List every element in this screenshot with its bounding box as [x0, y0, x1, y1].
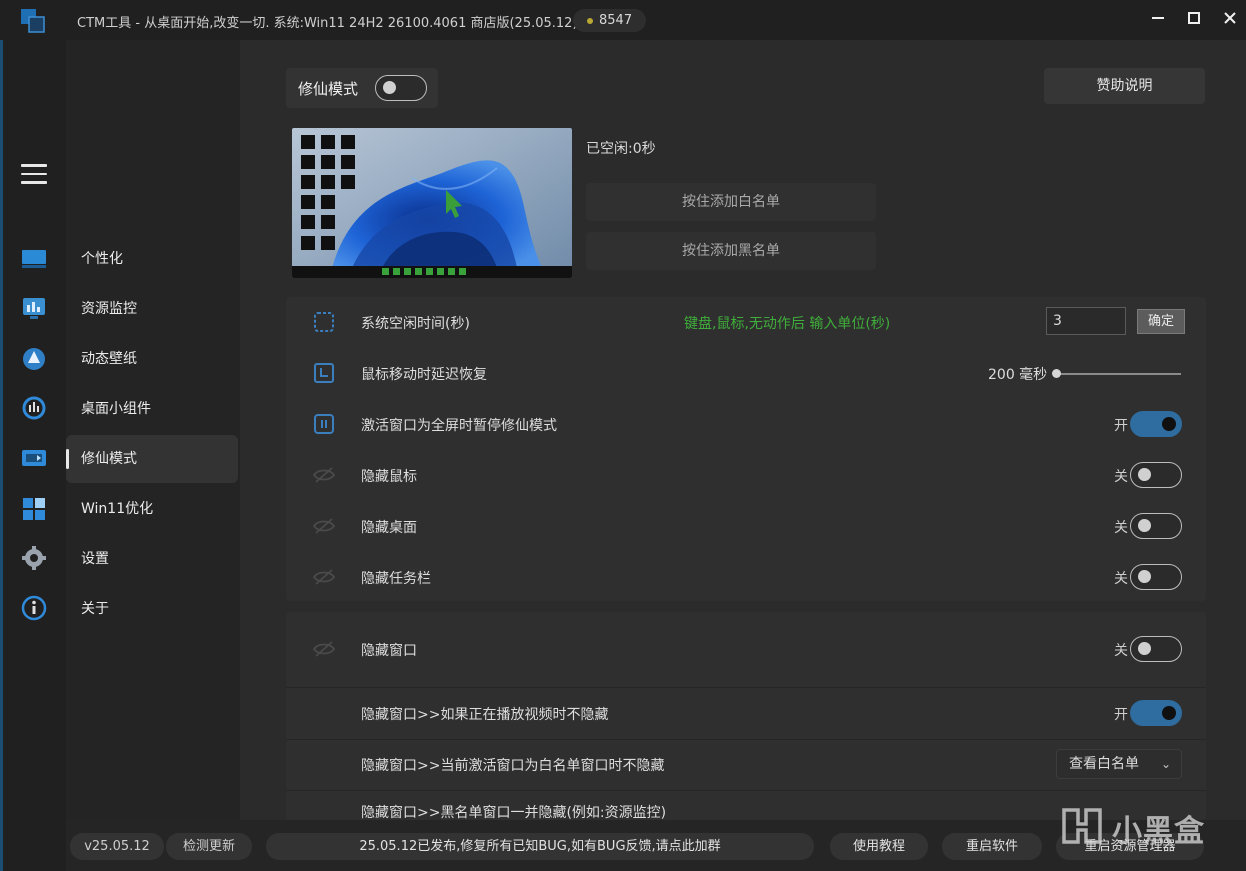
- mouse-delay-label: 鼠标移动时延迟恢复: [361, 367, 487, 383]
- hide-window-blacklist-label: 隐藏窗口>>黑名单窗口一并隐藏(例如:资源监控): [361, 805, 667, 821]
- idle-status: 已空闲:0秒: [586, 141, 656, 157]
- pause-fullscreen-label: 激活窗口为全屏时暂停修仙模式: [361, 418, 557, 434]
- settings-card-hide-window: 隐藏窗口 关 隐藏窗口>>如果正在播放视频时不隐藏 开 隐藏窗口>>当前激活窗口…: [286, 612, 1206, 821]
- immortal-mode-toggle[interactable]: [375, 75, 427, 101]
- icon-rail: [0, 40, 66, 871]
- hide-mouse-toggle[interactable]: [1130, 462, 1182, 488]
- title-bar: CTM工具 - 从桌面开始,改变一切. 系统:Win11 24H2 26100.…: [0, 0, 1246, 40]
- setting-hide-window-video: 隐藏窗口>>如果正在播放视频时不隐藏 开: [286, 688, 1206, 738]
- hide-desktop-state: 关: [1114, 520, 1128, 536]
- watermark-logo-icon: [1062, 808, 1102, 844]
- hide-taskbar-state: 关: [1114, 571, 1128, 587]
- app-logo-icon: [21, 9, 45, 33]
- hide-desktop-label: 隐藏桌面: [361, 520, 417, 536]
- version-label: v25.05.12: [70, 833, 164, 860]
- setting-pause-fullscreen: 激活窗口为全屏时暂停修仙模式 开: [286, 399, 1206, 449]
- hide-window-video-state: 开: [1114, 707, 1128, 723]
- chevron-down-icon: ⌄: [1160, 757, 1171, 771]
- restart-app-button[interactable]: 重启软件: [942, 833, 1042, 860]
- idle-time-hint: 键盘,鼠标,无动作后 输入单位(秒): [684, 316, 891, 332]
- nav-item-dynamic-wallpaper[interactable]: 动态壁纸: [66, 335, 238, 383]
- maximize-button[interactable]: [1181, 6, 1207, 30]
- hide-mouse-state: 关: [1114, 469, 1128, 485]
- announcement-button[interactable]: 25.05.12已发布,修复所有已知BUG,如有BUG反馈,请点此加群: [266, 833, 814, 860]
- idle-time-confirm-button[interactable]: 确定: [1137, 309, 1185, 334]
- monitor-icon[interactable]: [20, 295, 48, 321]
- gear-icon[interactable]: [20, 545, 48, 571]
- add-blacklist-button[interactable]: 按住添加黑名单: [586, 232, 876, 270]
- eye-hidden-icon: [312, 569, 336, 585]
- setting-hide-taskbar: 隐藏任务栏 关: [286, 552, 1206, 602]
- setting-hide-mouse: 隐藏鼠标 关: [286, 450, 1206, 500]
- main-content: 修仙模式 赞助说明 已空闲:0秒 按住添加白名单 按住添加黑名单 系统空闲时间(…: [240, 40, 1246, 821]
- close-icon: [1224, 12, 1236, 24]
- mouse-delay-value: 200 毫秒: [988, 367, 1048, 383]
- idle-time-input[interactable]: 3: [1046, 307, 1126, 335]
- hide-window-state: 关: [1114, 643, 1128, 659]
- nav-panel: 个性化 资源监控 动态壁纸 桌面小组件 修仙模式 Win11优化 设置 关于: [66, 40, 240, 820]
- mode-label: 修仙模式: [298, 80, 359, 98]
- setting-hide-window-whitelist: 隐藏窗口>>当前激活窗口为白名单窗口时不隐藏 查看白名单 ⌄: [286, 739, 1206, 789]
- menu-icon[interactable]: [21, 164, 47, 184]
- window-title: CTM工具 - 从桌面开始,改变一切. 系统:Win11 24H2 26100.…: [77, 16, 578, 31]
- setting-hide-window: 隐藏窗口 关: [286, 624, 1206, 674]
- hide-window-video-toggle[interactable]: [1130, 700, 1182, 726]
- delay-icon: [314, 363, 334, 383]
- pause-fullscreen-toggle[interactable]: [1130, 411, 1182, 437]
- nav-item-win11-optimize[interactable]: Win11优化: [66, 485, 238, 533]
- hide-window-video-label: 隐藏窗口>>如果正在播放视频时不隐藏: [361, 707, 609, 723]
- mode-switch-box: 修仙模式: [286, 68, 438, 108]
- watermark: 小黑盒: [1060, 800, 1220, 850]
- minimize-button[interactable]: [1145, 6, 1171, 30]
- eye-hidden-icon: [312, 641, 336, 657]
- add-whitelist-button[interactable]: 按住添加白名单: [586, 183, 876, 221]
- hide-window-label: 隐藏窗口: [361, 643, 417, 659]
- nav-item-desktop-widget[interactable]: 桌面小组件: [66, 385, 238, 433]
- view-whitelist-dropdown[interactable]: 查看白名单 ⌄: [1056, 749, 1182, 779]
- info-icon[interactable]: [20, 595, 48, 621]
- hide-window-toggle[interactable]: [1130, 636, 1182, 662]
- minimize-icon: [1152, 17, 1164, 19]
- maximize-icon: [1188, 12, 1200, 24]
- hide-taskbar-toggle[interactable]: [1130, 564, 1182, 590]
- sponsor-button[interactable]: 赞助说明: [1044, 68, 1205, 104]
- setting-mouse-delay: 鼠标移动时延迟恢复 200 毫秒: [286, 348, 1206, 398]
- mouse-delay-slider-thumb[interactable]: [1052, 369, 1061, 378]
- close-button[interactable]: [1217, 6, 1243, 30]
- hide-desktop-toggle[interactable]: [1130, 513, 1182, 539]
- setting-idle-time: 系统空闲时间(秒) 键盘,鼠标,无动作后 输入单位(秒) 3 确定: [286, 297, 1206, 347]
- nav-item-personalize[interactable]: 个性化: [66, 235, 238, 283]
- eye-hidden-icon: [312, 467, 336, 483]
- coin-badge[interactable]: 8547: [573, 9, 647, 32]
- nav-item-resource-monitor[interactable]: 资源监控: [66, 285, 238, 333]
- tutorial-button[interactable]: 使用教程: [830, 833, 928, 860]
- check-update-button[interactable]: 检测更新: [166, 833, 252, 860]
- nav-item-immortal-mode[interactable]: 修仙模式: [66, 435, 238, 483]
- idle-time-label: 系统空闲时间(秒): [361, 316, 470, 332]
- timer-icon: [314, 312, 334, 332]
- personalize-icon[interactable]: [20, 245, 48, 271]
- pause-icon: [314, 414, 334, 434]
- watermark-text: 小黑盒: [1112, 814, 1205, 849]
- settings-card-general: 系统空闲时间(秒) 键盘,鼠标,无动作后 输入单位(秒) 3 确定 鼠标移动时延…: [286, 297, 1206, 601]
- hide-window-whitelist-label: 隐藏窗口>>当前激活窗口为白名单窗口时不隐藏: [361, 758, 665, 774]
- view-whitelist-label: 查看白名单: [1069, 756, 1139, 772]
- mouse-delay-slider[interactable]: [1056, 373, 1181, 375]
- win11-optimize-icon[interactable]: [20, 495, 48, 521]
- widget-icon[interactable]: [20, 395, 48, 421]
- setting-hide-desktop: 隐藏桌面 关: [286, 501, 1206, 551]
- pause-fullscreen-state: 开: [1114, 418, 1128, 434]
- nav-item-settings[interactable]: 设置: [66, 535, 238, 583]
- wallpaper-icon[interactable]: [20, 345, 48, 371]
- immortal-mode-icon[interactable]: [20, 445, 48, 471]
- hide-mouse-label: 隐藏鼠标: [361, 469, 417, 485]
- coin-icon: [587, 17, 593, 24]
- nav-item-about[interactable]: 关于: [66, 585, 238, 633]
- hide-taskbar-label: 隐藏任务栏: [361, 571, 431, 587]
- eye-hidden-icon: [312, 518, 336, 534]
- preview-image: [292, 128, 572, 278]
- coin-count: 8547: [599, 13, 633, 28]
